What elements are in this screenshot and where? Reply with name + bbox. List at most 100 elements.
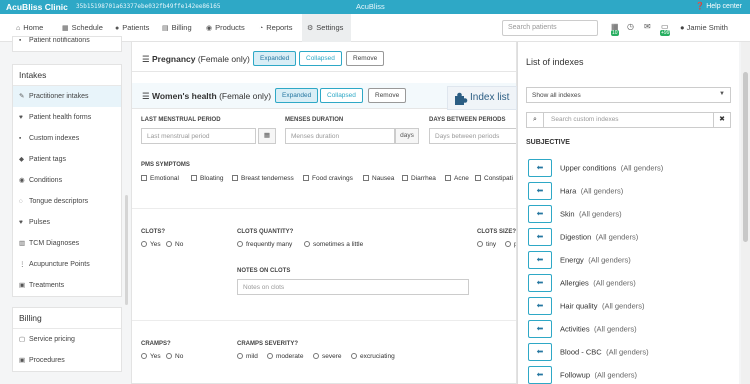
panel-scrollbar[interactable] <box>741 42 750 384</box>
settings-sidebar: ▪ Patient notifications Intakes ✎ Practiti… <box>12 36 122 384</box>
sidebar-item-custom-indexes[interactable]: ▪ Custom indexes <box>13 128 121 149</box>
pregnancy-remove-button[interactable]: Remove <box>346 51 385 66</box>
build-hash: 35b15198701a63377ebe032fb49ffe142ee86165 <box>76 3 221 10</box>
diagnosis-icon: ▥ <box>19 240 26 247</box>
sidebar-item-patient-notifications[interactable]: ▪ Patient notifications <box>13 37 121 51</box>
arrow-left-icon[interactable]: ⬅ <box>528 205 552 223</box>
wrench-icon: ✎ <box>19 93 25 100</box>
eye-icon: ◉ <box>19 177 25 184</box>
tongue-icon: ◌ <box>19 198 23 205</box>
cramps-severity-label: CRAMPS SEVERITY? <box>237 341 299 347</box>
mail-icon[interactable]: ✉ <box>644 22 651 31</box>
pms-acne-checkbox[interactable]: Acne <box>445 175 469 182</box>
sidebar-item-pulses[interactable]: ♥ Pulses <box>13 212 121 233</box>
menu-icon[interactable]: ☰ <box>142 91 150 101</box>
cramps-mild-radio[interactable]: mild <box>237 353 258 360</box>
points-icon: ⋮ <box>19 261 26 268</box>
notifications-group: ▪ Patient notifications <box>12 36 122 52</box>
scrollbar-thumb[interactable] <box>743 72 748 242</box>
inbox-count-badge: +99 <box>660 30 671 36</box>
between-label: DAYS BETWEEN PERIODS <box>429 117 506 123</box>
pricing-icon: ▢ <box>19 336 26 343</box>
products-icon: ◉ <box>206 25 213 32</box>
pms-nausea-checkbox[interactable]: Nausea <box>363 175 394 182</box>
top-bar: AcuBliss Clinic 35b15198701a63377ebe032f… <box>0 0 750 14</box>
arrow-left-icon[interactable]: ⬅ <box>528 274 552 292</box>
womens-remove-button[interactable]: Remove <box>368 88 407 103</box>
cramps-moderate-radio[interactable]: moderate <box>267 353 303 360</box>
sidebar-item-conditions[interactable]: ◉ Conditions <box>13 170 121 191</box>
sidebar-item-practitioner-intakes[interactable]: ✎ Practitioner intakes <box>13 86 121 107</box>
sidebar-item-service-pricing[interactable]: ▢ Service pricing <box>13 329 121 350</box>
arrow-left-icon[interactable]: ⬅ <box>528 343 552 361</box>
clots-yes-radio[interactable]: Yes <box>141 241 161 248</box>
sidebar-item-treatments[interactable]: ▣ Treatments <box>13 275 121 296</box>
bell-icon: ▪ <box>19 37 22 44</box>
index-search-field[interactable]: ⌕ Search custom indexes ✖ <box>526 112 731 128</box>
sidebar-item-patient-health-forms[interactable]: ♥ Patient health forms <box>13 107 121 128</box>
sidebar-item-tcm-diagnoses[interactable]: ▥ TCM Diagnoses <box>13 233 121 254</box>
days-between-input[interactable]: Days between periods <box>429 128 516 144</box>
pms-food-cravings-checkbox[interactable]: Food cravings <box>303 175 353 182</box>
menses-duration-input[interactable]: Menses duration <box>285 128 395 144</box>
clots-size-radio[interactable]: p <box>505 241 516 248</box>
arrow-left-icon[interactable]: ⬅ <box>528 320 552 338</box>
sidebar-item-tongue-descriptors[interactable]: ◌ Tongue descriptors <box>13 191 121 212</box>
calendar-icon[interactable]: ▦ <box>258 128 276 144</box>
patient-search-input[interactable]: Search patients <box>502 20 598 36</box>
cramps-excruciating-radio[interactable]: excruciating <box>351 353 395 360</box>
list-item: ⬅ Digestion (All genders) <box>528 228 638 246</box>
arrow-left-icon[interactable]: ⬅ <box>528 251 552 269</box>
list-item: ⬅ Skin (All genders) <box>528 205 622 223</box>
womens-collapsed-button[interactable]: Collapsed <box>320 88 363 103</box>
nav-billing[interactable]: ▤ Billing <box>162 14 192 42</box>
pms-breast-tenderness-checkbox[interactable]: Breast tenderness <box>232 175 294 182</box>
womens-expanded-button[interactable]: Expanded <box>275 88 319 103</box>
sidebar-item-acupuncture-points[interactable]: ⋮ Acupuncture Points <box>13 254 121 275</box>
arrow-left-icon[interactable]: ⬅ <box>528 159 552 177</box>
lmp-input[interactable]: Last menstrual period <box>141 128 256 144</box>
pms-bloating-checkbox[interactable]: Bloating <box>191 175 224 182</box>
arrow-left-icon[interactable]: ⬅ <box>528 366 552 384</box>
pregnancy-collapsed-button[interactable]: Collapsed <box>299 51 342 66</box>
intakes-heading: Intakes <box>13 65 121 86</box>
sidebar-item-procedures[interactable]: ▣ Procedures <box>13 350 121 371</box>
arrow-left-icon[interactable]: ⬅ <box>528 182 552 200</box>
arrow-left-icon[interactable]: ⬅ <box>528 228 552 246</box>
notes-on-clots-input[interactable]: Notes on clots <box>237 279 469 295</box>
nav-settings[interactable]: ⚙ Settings <box>302 14 351 42</box>
clock-icon[interactable]: ◷ <box>627 22 634 31</box>
clots-no-radio[interactable]: No <box>166 241 183 248</box>
index-list-button[interactable]: Index list <box>447 86 517 110</box>
divider <box>132 208 516 209</box>
user-icon: ● <box>680 23 685 32</box>
arrow-left-icon[interactable]: ⬅ <box>528 297 552 315</box>
index-filter-select[interactable]: Show all indexes ▼ <box>526 87 731 103</box>
pms-constipation-checkbox[interactable]: Constipati <box>475 175 513 182</box>
clots-sometimes-little-radio[interactable]: sometimes a little <box>304 241 363 248</box>
cramps-no-radio[interactable]: No <box>166 353 183 360</box>
list-item: ⬅ Upper conditions (All genders) <box>528 159 663 177</box>
cramps-severe-radio[interactable]: severe <box>313 353 342 360</box>
list-item: ⬅ Activities (All genders) <box>528 320 637 338</box>
pms-diarrhea-checkbox[interactable]: Diarrhea <box>402 175 436 182</box>
user-menu[interactable]: ● Jamie Smith <box>680 14 728 42</box>
nav-products[interactable]: ◉ Products <box>206 14 245 42</box>
clots-size-tiny-radio[interactable]: tiny <box>477 241 496 248</box>
menu-icon[interactable]: ☰ <box>142 54 150 64</box>
clots-label: CLOTS? <box>141 229 165 235</box>
index-search-input[interactable]: Search custom indexes <box>551 116 619 123</box>
pms-emotional-checkbox[interactable]: Emotional <box>141 175 179 182</box>
close-icon[interactable]: ✖ <box>713 113 730 127</box>
sidebar-scrollbar[interactable] <box>125 195 128 305</box>
clots-frequently-many-radio[interactable]: frequently many <box>237 241 292 248</box>
heart-icon: ♥ <box>19 114 23 121</box>
reports-icon: ◔ <box>259 25 264 32</box>
cramps-yes-radio[interactable]: Yes <box>141 353 161 360</box>
help-center-link[interactable]: ❓ Help center <box>696 2 742 10</box>
help-icon: ❓ <box>695 3 705 10</box>
pregnancy-expanded-button[interactable]: Expanded <box>253 51 297 66</box>
nav-reports[interactable]: ◔ Reports <box>259 14 293 42</box>
clinic-name: AcuBliss Clinic <box>6 2 68 12</box>
sidebar-item-patient-tags[interactable]: ◆ Patient tags <box>13 149 121 170</box>
